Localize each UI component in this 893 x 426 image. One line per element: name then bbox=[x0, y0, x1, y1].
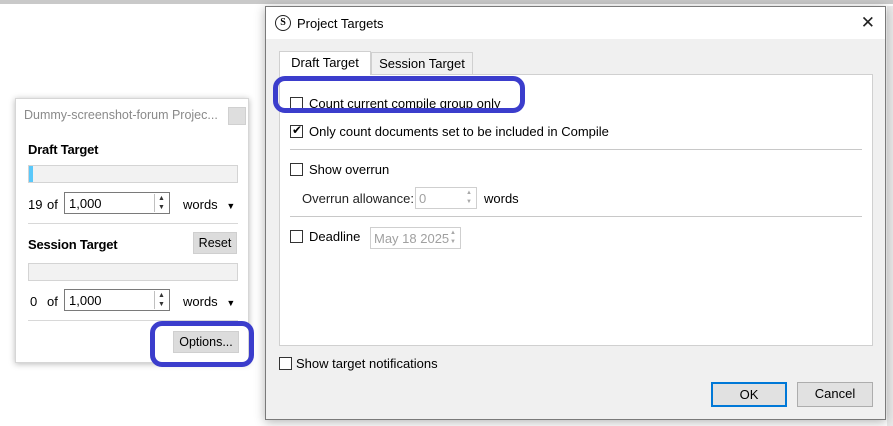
draft-of-label: of bbox=[47, 197, 58, 212]
overrun-allowance-value: 0 bbox=[419, 191, 427, 206]
deadline-date-picker[interactable]: May 18 2025 ▲ ▼ bbox=[370, 227, 461, 249]
overrun-allowance-stepper[interactable]: 0 ▲ ▼ bbox=[415, 187, 477, 209]
section-divider bbox=[290, 216, 862, 217]
draft-word-count: 19 bbox=[28, 197, 43, 212]
stepper-down-icon[interactable]: ▼ bbox=[155, 203, 168, 212]
session-stepper-arrows[interactable]: ▲ ▼ bbox=[154, 291, 168, 309]
session-unit-dropdown[interactable]: words ▼ bbox=[183, 294, 235, 309]
session-target-stepper[interactable]: 1,000 ▲ ▼ bbox=[64, 289, 170, 311]
panel-divider bbox=[28, 223, 238, 224]
checkmark-icon: ✔ bbox=[292, 123, 303, 137]
project-targets-dialog: S Project Targets ✕ Draft Target Session… bbox=[265, 6, 886, 420]
draft-target-value: 1,000 bbox=[69, 196, 102, 211]
deadline-stepper-arrows[interactable]: ▲ ▼ bbox=[447, 229, 459, 247]
panel-close-button[interactable] bbox=[228, 107, 246, 125]
only-count-included-label[interactable]: Only count documents set to be included … bbox=[309, 124, 609, 139]
session-target-value: 1,000 bbox=[69, 293, 102, 308]
tab-session-target[interactable]: Session Target bbox=[371, 52, 473, 75]
draft-progress-bar bbox=[28, 165, 238, 183]
stepper-up-icon[interactable]: ▲ bbox=[155, 291, 168, 300]
dialog-title: Project Targets bbox=[297, 16, 384, 31]
highlight-ring-options bbox=[150, 321, 254, 367]
stepper-down-icon[interactable]: ▼ bbox=[447, 238, 459, 247]
scrivener-app-icon: S bbox=[275, 15, 291, 31]
tab-draft-target[interactable]: Draft Target bbox=[279, 51, 371, 75]
draft-target-tab-pane: Count current compile group only ✔ Only … bbox=[279, 74, 873, 346]
draft-target-heading: Draft Target bbox=[28, 142, 99, 157]
show-notifications-label[interactable]: Show target notifications bbox=[296, 356, 438, 371]
panel-title: Dummy-screenshot-forum Projec... bbox=[24, 108, 218, 122]
session-word-count: 0 bbox=[30, 294, 38, 309]
ok-button[interactable]: OK bbox=[711, 382, 787, 407]
session-unit-label: words bbox=[183, 294, 218, 309]
reset-button[interactable]: Reset bbox=[193, 232, 237, 254]
background-window-strip bbox=[0, 0, 893, 4]
stepper-up-icon[interactable]: ▲ bbox=[447, 229, 459, 238]
chevron-down-icon: ▼ bbox=[226, 298, 236, 308]
draft-stepper-arrows[interactable]: ▲ ▼ bbox=[154, 194, 168, 212]
show-notifications-checkbox[interactable] bbox=[279, 357, 292, 370]
session-target-heading: Session Target bbox=[28, 237, 118, 252]
stepper-up-icon[interactable]: ▲ bbox=[463, 189, 475, 198]
draft-target-stepper[interactable]: 1,000 ▲ ▼ bbox=[64, 192, 170, 214]
background-window-edge bbox=[887, 6, 893, 426]
highlight-ring-compile-group bbox=[273, 76, 525, 113]
stepper-down-icon[interactable]: ▼ bbox=[463, 198, 475, 207]
dialog-titlebar: S Project Targets ✕ bbox=[266, 7, 885, 39]
chevron-down-icon: ▼ bbox=[226, 201, 236, 211]
draft-unit-label: words bbox=[183, 197, 218, 212]
overrun-stepper-arrows[interactable]: ▲ ▼ bbox=[463, 189, 475, 207]
only-count-included-checkbox[interactable]: ✔ bbox=[290, 123, 303, 138]
deadline-label[interactable]: Deadline bbox=[309, 229, 360, 244]
show-overrun-checkbox[interactable] bbox=[290, 163, 303, 176]
stepper-down-icon[interactable]: ▼ bbox=[155, 300, 168, 309]
cancel-button[interactable]: Cancel bbox=[797, 382, 873, 407]
session-of-label: of bbox=[47, 294, 58, 309]
section-divider bbox=[290, 149, 862, 150]
deadline-checkbox[interactable] bbox=[290, 230, 303, 243]
deadline-date-value: May 18 2025 bbox=[374, 231, 450, 246]
stepper-up-icon[interactable]: ▲ bbox=[155, 194, 168, 203]
draft-progress-fill bbox=[29, 166, 33, 182]
session-progress-bar bbox=[28, 263, 238, 281]
overrun-allowance-label: Overrun allowance: bbox=[302, 191, 414, 206]
overrun-unit-label: words bbox=[484, 191, 519, 206]
show-overrun-label[interactable]: Show overrun bbox=[309, 162, 389, 177]
draft-unit-dropdown[interactable]: words ▼ bbox=[183, 197, 235, 212]
close-icon[interactable]: ✕ bbox=[861, 13, 875, 33]
